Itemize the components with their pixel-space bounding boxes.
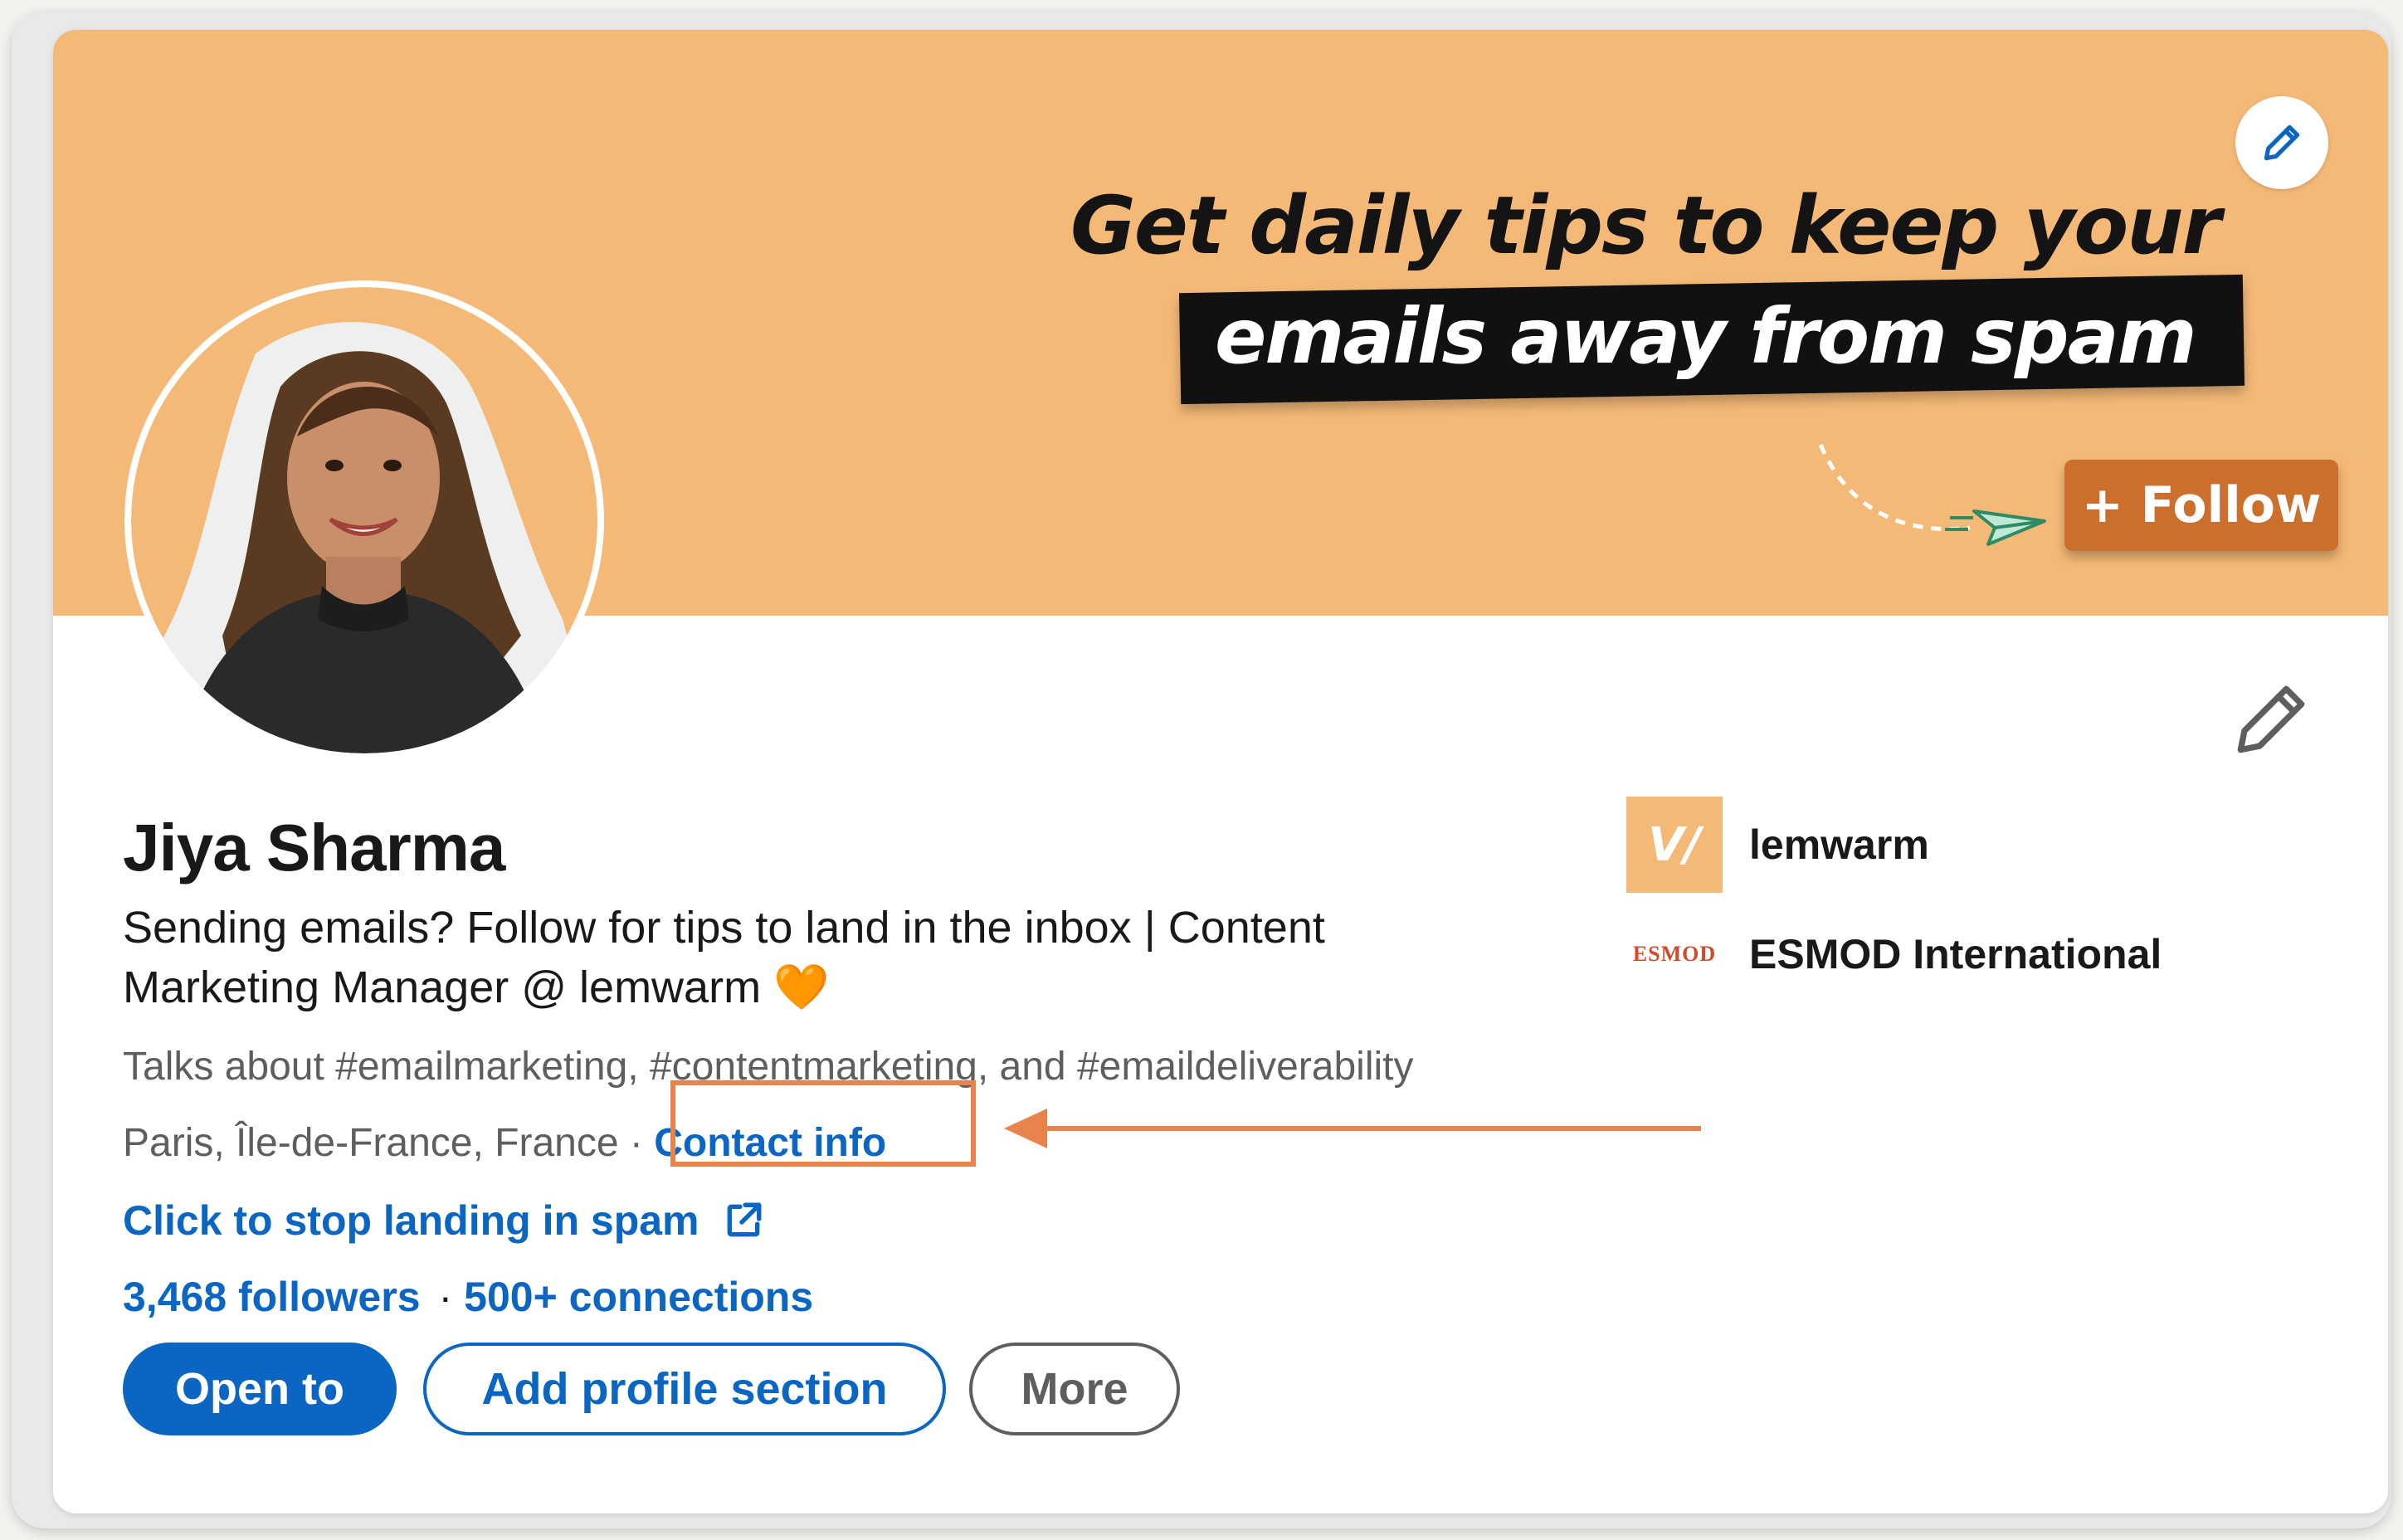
contact-info-highlight-box <box>670 1080 976 1167</box>
profile-card: Get daily tips to keep your emails away … <box>53 30 2388 1513</box>
edit-intro-button[interactable] <box>2225 674 2317 765</box>
website-link-label: Click to stop landing in spam <box>123 1197 699 1244</box>
lemwarm-logo: V/ <box>1626 797 1723 893</box>
paper-plane-icon <box>1818 444 2046 546</box>
profile-location: Paris, Île-de-France, France <box>123 1121 619 1165</box>
banner-subtitle: emails away from spam <box>1215 292 2197 381</box>
open-to-button[interactable]: Open to <box>123 1343 397 1435</box>
company-name: lemwarm <box>1749 821 1929 868</box>
esmod-logo: ESMOD <box>1632 942 1717 966</box>
add-profile-section-button[interactable]: Add profile section <box>423 1343 946 1435</box>
edit-banner-button[interactable] <box>2235 96 2328 189</box>
more-button[interactable]: More <box>969 1343 1180 1435</box>
arrow-left-icon <box>1004 1109 1701 1148</box>
screenshot-frame: Get daily tips to keep your emails away … <box>12 12 2391 1528</box>
connections-link[interactable]: 500+ connections <box>464 1274 813 1320</box>
banner-follow-button[interactable]: + Follow <box>2064 460 2338 551</box>
external-link-icon <box>727 1202 761 1237</box>
profile-headline: Sending emails? Follow for tips to land … <box>123 903 1325 1012</box>
pencil-icon <box>2264 124 2300 161</box>
profile-photo <box>131 287 597 753</box>
network-stats: 3,468 followers · 500+ connections <box>123 1273 813 1321</box>
profile-name: Jiya Sharma <box>123 811 505 885</box>
profile-website-link[interactable]: Click to stop landing in spam <box>123 1196 764 1245</box>
avatar[interactable] <box>124 280 604 760</box>
company-name: ESMOD International <box>1749 931 2162 977</box>
followers-link[interactable]: 3,468 followers <box>123 1274 421 1320</box>
company-lemwarm[interactable]: V/ lemwarm <box>1626 797 1929 893</box>
separator: · <box>629 1121 643 1165</box>
company-esmod[interactable]: ESMOD ESMOD International <box>1626 929 2162 979</box>
banner-title: Get daily tips to keep your <box>1070 179 2221 272</box>
separator: · <box>438 1274 453 1320</box>
